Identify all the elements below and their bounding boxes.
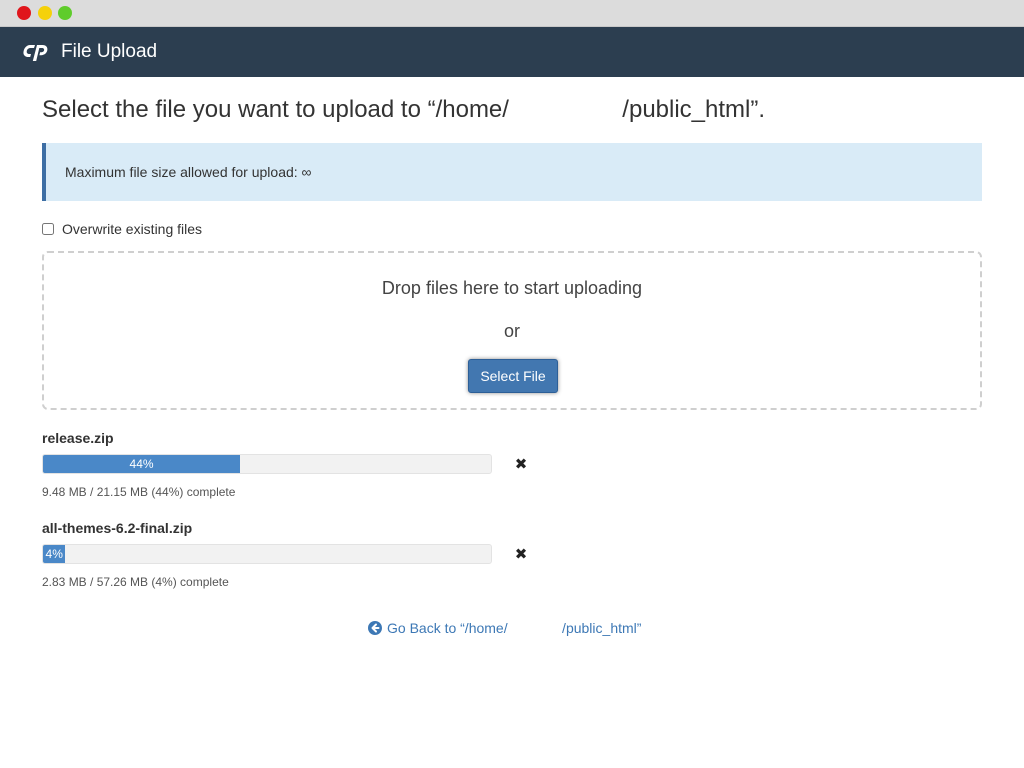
upload-progress-fill: 4% xyxy=(43,545,66,563)
upload-progress-label: 4% xyxy=(45,547,63,561)
upload-progress-label: 44% xyxy=(129,457,154,471)
max-file-size-text: Maximum file size allowed for upload: ∞ xyxy=(65,164,312,180)
upload-item: all-themes-6.2-final.zip 4% ✖ 2.83 MB / … xyxy=(42,520,542,589)
upload-progress-bar: 44% xyxy=(42,454,492,474)
upload-filename: all-themes-6.2-final.zip xyxy=(42,520,193,536)
upload-status: 2.83 MB / 57.26 MB (4%) complete xyxy=(42,575,229,589)
go-back-text: Go Back to “/home/ /public_html” xyxy=(387,620,642,636)
cancel-upload-icon[interactable]: ✖ xyxy=(514,454,528,474)
dropzone-instructions: Drop files here to start uploading xyxy=(381,278,643,298)
maximize-window-button[interactable] xyxy=(58,6,72,20)
minimize-window-button[interactable] xyxy=(38,6,52,20)
go-back-link[interactable]: Go Back to “/home/ /public_html” xyxy=(368,620,641,636)
file-dropzone[interactable]: Drop files here to start uploading or Se… xyxy=(42,251,982,410)
upload-progress-bar: 4% xyxy=(42,544,492,564)
overwrite-label: Overwrite existing files xyxy=(62,221,203,237)
window-titlebar xyxy=(0,0,1024,27)
cancel-upload-icon[interactable]: ✖ xyxy=(514,544,528,564)
arrow-circle-left-icon xyxy=(368,621,382,635)
app-title: File Upload xyxy=(61,41,158,62)
app-header: File Upload xyxy=(0,27,1024,77)
close-window-button[interactable] xyxy=(17,6,31,20)
upload-item: release.zip 44% ✖ 9.48 MB / 21.15 MB (44… xyxy=(42,430,542,499)
max-file-size-notice: Maximum file size allowed for upload: ∞ xyxy=(42,143,982,201)
select-file-button[interactable]: Select File xyxy=(468,359,558,393)
overwrite-option[interactable]: Overwrite existing files xyxy=(42,221,202,237)
upload-status: 9.48 MB / 21.15 MB (44%) complete xyxy=(42,485,236,499)
cpanel-logo-icon xyxy=(21,41,51,63)
dropzone-or-text: or xyxy=(503,321,520,341)
upload-filename: release.zip xyxy=(42,430,114,446)
overwrite-checkbox[interactable] xyxy=(42,223,54,235)
upload-progress-fill: 44% xyxy=(43,455,241,473)
page-title: Select the file you want to upload to “/… xyxy=(42,96,766,123)
